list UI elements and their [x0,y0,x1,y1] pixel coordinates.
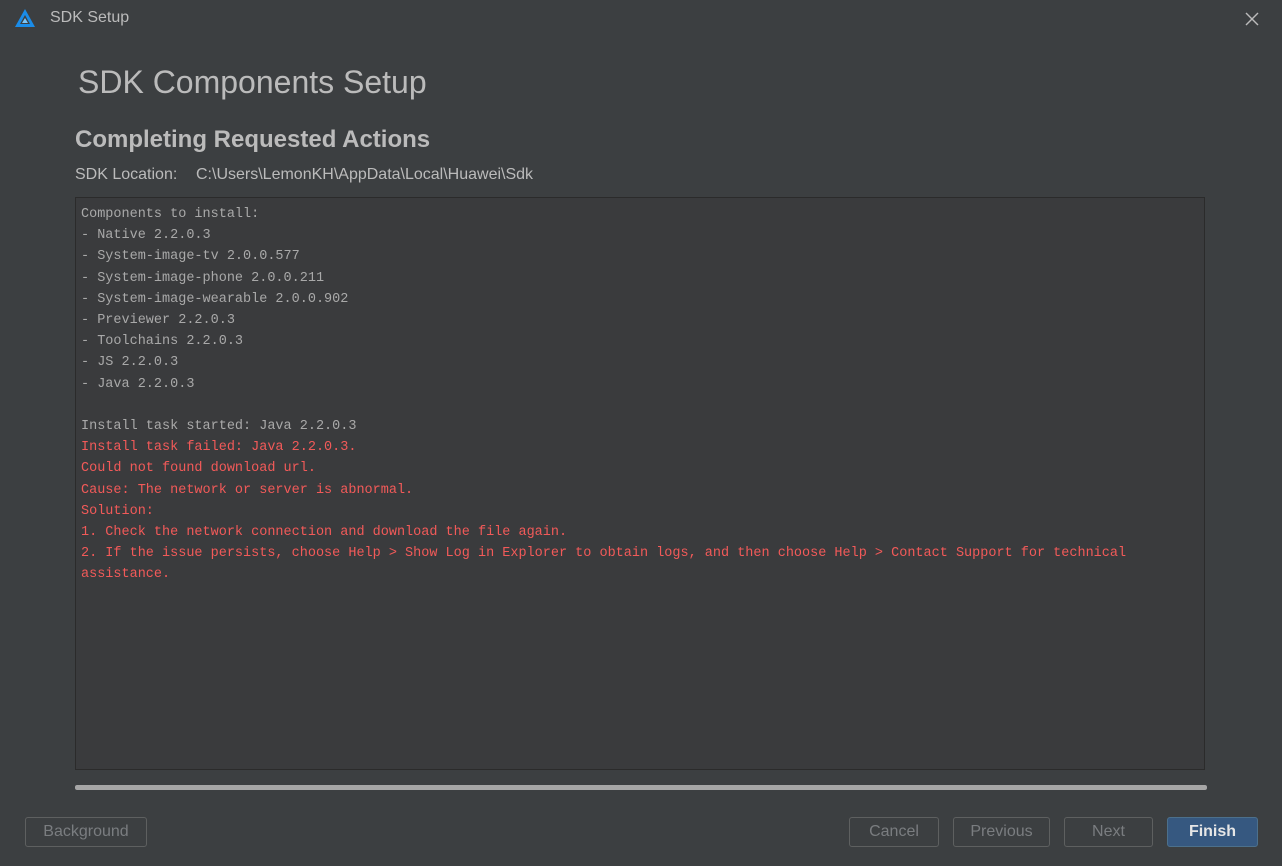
section-title: Completing Requested Actions [75,126,431,153]
background-button[interactable]: Background [25,817,147,847]
log-line: - Toolchains 2.2.0.3 [81,334,244,350]
log-line-error: Cause: The network or server is abnormal… [81,482,414,498]
log-line-error: Could not found download url. [81,461,316,477]
log-line: - Previewer 2.2.0.3 [81,313,235,329]
log-line: - System-image-wearable 2.0.0.902 [81,291,349,307]
title-bar: SDK Setup [0,0,1282,36]
install-log-text: Components to install: - Native 2.2.0.3 - … [81,204,1164,586]
log-line-error: 2. If the issue persists, choose Help > … [81,546,1135,583]
finish-button[interactable]: Finish [1167,817,1258,847]
page-title: SDK Components Setup [78,64,427,100]
log-line: - System-image-phone 2.0.0.211 [81,270,325,286]
log-line: - JS 2.2.0.3 [81,355,179,371]
next-button[interactable]: Next [1064,817,1153,847]
log-line-error: 1. Check the network connection and down… [81,525,568,541]
log-line: Components to install: [81,207,260,222]
log-line: - System-image-tv 2.0.0.577 [81,249,300,265]
log-line: Install task started: Java 2.2.0.3 [81,419,357,435]
install-progress-bar [75,785,1207,790]
cancel-button[interactable]: Cancel [849,817,939,847]
install-progress-fill [75,785,1207,790]
previous-button[interactable]: Previous [953,817,1050,847]
log-line: - Native 2.2.0.3 [81,228,211,244]
install-log-panel[interactable]: Components to install: - Native 2.2.0.3 - … [75,197,1205,770]
sdk-location-label: SDK Location: [75,166,178,183]
window-title: SDK Setup [50,9,130,26]
log-line-error: Solution: [81,503,154,519]
app-logo-icon [14,8,36,28]
close-icon[interactable] [1240,7,1264,31]
sdk-location-row: SDK Location: C:\Users\LemonKH\AppData\L… [75,166,533,184]
log-line: - Java 2.2.0.3 [81,376,195,392]
log-line-error: Install task failed: Java 2.2.0.3. [81,440,357,456]
sdk-location-path: C:\Users\LemonKH\AppData\Local\Huawei\Sd… [196,166,534,183]
